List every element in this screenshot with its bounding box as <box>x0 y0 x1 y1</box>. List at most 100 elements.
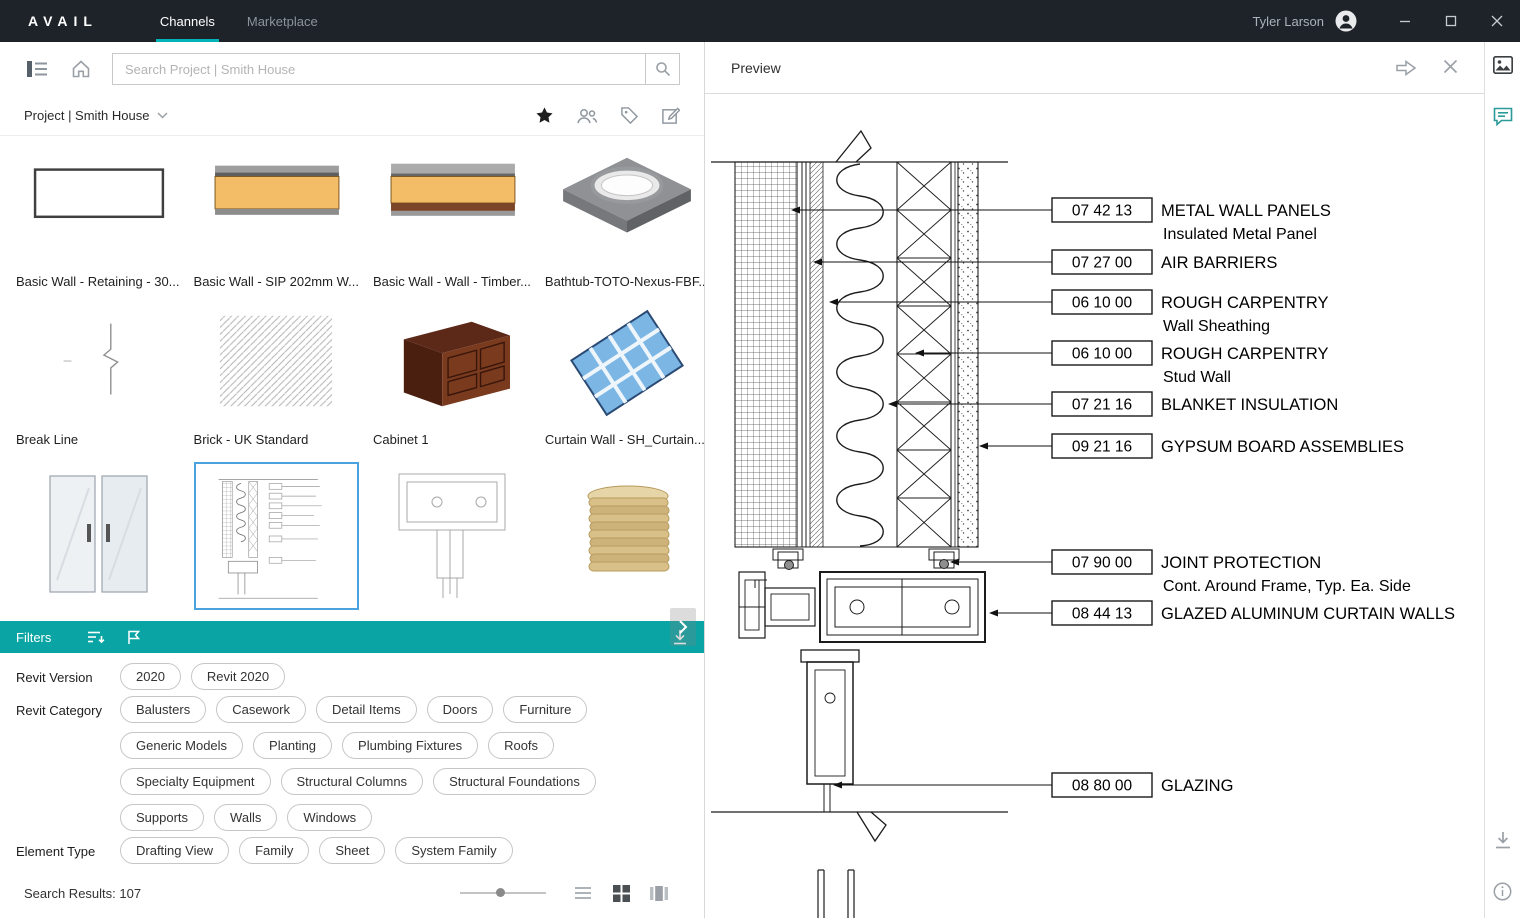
minimize-button[interactable] <box>1382 0 1428 42</box>
channel-list-icon[interactable] <box>24 56 50 82</box>
scroll-next-button[interactable] <box>670 608 696 646</box>
asset-card[interactable]: Curtain Wall - SH_Curtain... <box>545 304 704 448</box>
filter-chip[interactable]: Plumbing Fixtures <box>342 732 478 759</box>
callout-title: AIR BARRIERS <box>1161 254 1277 272</box>
download-asset-button[interactable] <box>1494 831 1512 854</box>
asset-card[interactable]: Basic Wall - Retaining - 30... <box>16 146 180 290</box>
asset-card[interactable]: Brick - UK Standard <box>194 304 359 448</box>
home-icon[interactable] <box>68 56 94 82</box>
library-toolbar <box>0 42 704 96</box>
callout-code: 06 10 00 <box>1072 295 1133 312</box>
thumbnail-bathtub <box>545 146 704 264</box>
filter-chip[interactable]: Balusters <box>120 696 206 723</box>
filter-chip[interactable]: Sheet <box>319 837 385 864</box>
filter-chip[interactable]: Planting <box>253 732 332 759</box>
filter-sort-icon[interactable] <box>87 630 105 644</box>
wall-section-drawing: 07 42 13 METAL WALL PANELS Insulated Met… <box>705 94 1484 918</box>
callout-code: 09 21 16 <box>1072 439 1132 456</box>
gypsum-layer <box>958 162 978 547</box>
close-preview-icon[interactable] <box>1443 59 1458 74</box>
callout-code: 06 10 00 <box>1072 346 1133 363</box>
info-button[interactable] <box>1493 882 1512 906</box>
tab-marketplace[interactable]: Marketplace <box>231 0 334 42</box>
filter-chip[interactable]: Roofs <box>488 732 554 759</box>
callout-subtitle: Wall Sheathing <box>1163 318 1270 335</box>
filter-chip[interactable]: Revit 2020 <box>191 663 285 690</box>
asset-grid: Basic Wall - Retaining - 30... Basic Wal… <box>0 136 704 621</box>
favorite-star-icon[interactable] <box>535 106 554 125</box>
grid-view-icon[interactable] <box>610 882 632 904</box>
filter-chip[interactable]: Structural Foundations <box>433 768 596 795</box>
drawing-area: 07 42 13 METAL WALL PANELS Insulated Met… <box>705 94 1484 918</box>
filter-group-revit-category: Revit Category Balusters Casework Detail… <box>16 696 688 831</box>
thumbnail-size-slider[interactable] <box>460 892 546 894</box>
callout-subtitle: Insulated Metal Panel <box>1163 226 1317 243</box>
filter-chip[interactable]: Detail Items <box>316 696 417 723</box>
edit-icon[interactable] <box>661 106 680 125</box>
asset-label: Basic Wall - Retaining - 30... <box>16 274 180 289</box>
shared-users-icon[interactable] <box>576 107 598 125</box>
asset-card[interactable] <box>545 462 704 621</box>
comments-tab[interactable] <box>1493 107 1513 131</box>
filter-chip[interactable]: Drafting View <box>120 837 229 864</box>
callout-title: BLANKET INSULATION <box>1161 396 1338 414</box>
filter-group-label: Revit Version <box>16 663 120 690</box>
asset-card[interactable]: Bathtub-TOTO-Nexus-FBF... <box>545 146 704 290</box>
tag-icon[interactable] <box>620 106 639 125</box>
filter-group-label: Element Type <box>16 837 120 864</box>
asset-card[interactable]: Basic Wall - SIP 202mm W... <box>194 146 359 290</box>
joint-gasket-left <box>785 561 794 570</box>
asset-card[interactable] <box>16 462 180 621</box>
sheathing-layer <box>810 162 823 547</box>
list-view-icon[interactable] <box>572 882 594 904</box>
filter-chip[interactable]: Walls <box>214 804 277 831</box>
tab-channels[interactable]: Channels <box>144 0 231 42</box>
callout-code: 08 80 00 <box>1072 778 1133 795</box>
close-button[interactable] <box>1474 0 1520 42</box>
thumbnail-brick <box>194 304 359 422</box>
thumbnail-tambour <box>545 462 704 610</box>
maximize-button[interactable] <box>1428 0 1474 42</box>
asset-card[interactable]: Break Line <box>16 304 180 448</box>
preview-title: Preview <box>731 60 781 76</box>
callout-title: METAL WALL PANELS <box>1161 202 1331 220</box>
slider-handle[interactable] <box>496 888 505 897</box>
filter-chip[interactable]: Specialty Equipment <box>120 768 271 795</box>
search-input[interactable] <box>113 54 645 84</box>
asset-card[interactable] <box>373 462 531 621</box>
asset-card-selected[interactable] <box>194 462 359 621</box>
callout-joint-protection: 07 90 00 JOINT PROTECTION Cont. Around F… <box>950 550 1411 595</box>
asset-label: Basic Wall - SIP 202mm W... <box>194 274 359 289</box>
chevron-down-icon <box>157 112 168 119</box>
filter-chip[interactable]: Furniture <box>503 696 587 723</box>
forward-arrow-icon[interactable] <box>1395 59 1417 77</box>
filter-chip[interactable]: Generic Models <box>120 732 243 759</box>
project-selector[interactable]: Project | Smith House <box>24 108 168 123</box>
callout-code: 07 21 16 <box>1072 397 1132 414</box>
filter-chip[interactable]: Casework <box>216 696 306 723</box>
search-results-count: Search Results: 107 <box>24 886 141 901</box>
avail-logo: AVAIL <box>0 13 98 29</box>
mullion-continuation <box>818 870 854 918</box>
user-avatar-icon[interactable] <box>1334 9 1358 33</box>
filter-chip[interactable]: Structural Columns <box>281 768 424 795</box>
flag-icon[interactable] <box>127 630 140 645</box>
search-button[interactable] <box>645 54 679 84</box>
frame-bracket <box>739 572 815 638</box>
asset-label: Break Line <box>16 432 180 447</box>
filter-chip[interactable]: Supports <box>120 804 204 831</box>
library-panel: Project | Smith House Basic Wall - Retai… <box>0 42 705 918</box>
filter-chip[interactable]: Doors <box>427 696 494 723</box>
asset-card[interactable]: Basic Wall - Wall - Timber... <box>373 146 531 290</box>
card-view-icon[interactable] <box>648 882 670 904</box>
asset-card[interactable]: Cabinet 1 <box>373 304 531 448</box>
filter-chip[interactable]: System Family <box>395 837 512 864</box>
main-tabs: Channels Marketplace <box>144 0 334 42</box>
callout-subtitle: Stud Wall <box>1163 369 1231 386</box>
thumbnail-glass-doors <box>16 462 180 610</box>
filter-chip[interactable]: Windows <box>287 804 372 831</box>
filter-chip[interactable]: Family <box>239 837 309 864</box>
callout-title: JOINT PROTECTION <box>1161 554 1321 572</box>
image-preview-tab[interactable] <box>1493 56 1513 79</box>
filter-chip[interactable]: 2020 <box>120 663 181 690</box>
